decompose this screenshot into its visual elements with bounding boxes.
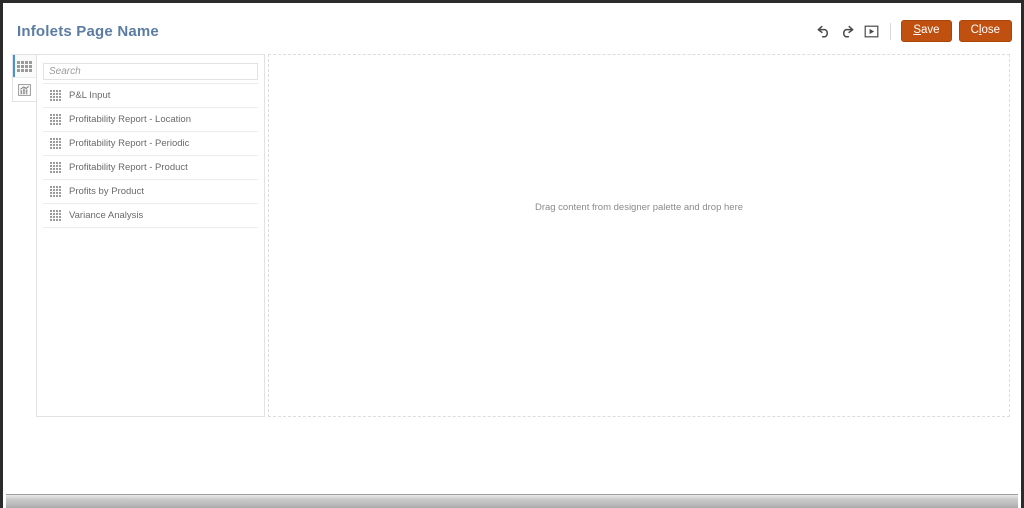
list-item[interactable]: Profitability Report - Product	[43, 156, 258, 180]
grid-icon	[50, 114, 61, 125]
redo-icon[interactable]	[839, 23, 856, 40]
grid-icon	[50, 210, 61, 221]
grid-icon	[50, 186, 61, 197]
list-item[interactable]: Profitability Report - Location	[43, 108, 258, 132]
drop-hint-text: Drag content from designer palette and d…	[534, 202, 744, 213]
close-button-label-pre: C	[970, 24, 979, 37]
save-button-accel: S	[913, 24, 922, 37]
list-item[interactable]: Variance Analysis	[43, 204, 258, 228]
close-button[interactable]: Cl ose	[958, 20, 1012, 42]
save-button[interactable]: Save	[901, 20, 952, 42]
app-window: Infolets Page Name S ave C l ose Search …	[0, 0, 1024, 508]
header-toolbar: Save Cl ose	[815, 19, 1012, 43]
designer-palette-panel: P&L Input Profitability Report - Locatio…	[36, 54, 265, 417]
list-item-label: Profits by Product	[69, 186, 144, 197]
infolet-drop-canvas[interactable]: Drag content from designer palette and d…	[268, 54, 1010, 417]
designer-palette-rail	[12, 54, 36, 102]
list-item-label: Profitability Report - Product	[69, 162, 188, 173]
page-header: Infolets Page Name S ave C l ose	[3, 3, 1021, 47]
palette-item-list: P&L Input Profitability Report - Locatio…	[43, 83, 258, 410]
undo-icon[interactable]	[815, 23, 832, 40]
run-play-icon[interactable]	[863, 23, 880, 40]
chart-icon	[18, 83, 31, 96]
list-item[interactable]: P&L Input	[43, 84, 258, 108]
close-button-label: ose	[981, 24, 1000, 37]
page-title: Infolets Page Name	[17, 23, 159, 40]
list-item-label: Variance Analysis	[69, 210, 144, 221]
list-item-label: Profitability Report - Periodic	[69, 138, 190, 149]
grid-icon	[50, 90, 61, 101]
designer-body: P&L Input Profitability Report - Locatio…	[3, 47, 1021, 508]
sidebar-item-grid-view[interactable]	[13, 55, 36, 78]
palette-search-wrap	[37, 55, 264, 85]
grid-icon	[50, 138, 61, 149]
list-item[interactable]: Profits by Product	[43, 180, 258, 204]
grid-icon	[17, 60, 32, 72]
search-input[interactable]	[43, 63, 258, 80]
grid-icon	[50, 162, 61, 173]
sidebar-item-chart-view[interactable]	[13, 78, 36, 101]
list-item-label: Profitability Report - Location	[69, 114, 191, 125]
save-button-label: ave	[921, 24, 940, 37]
toolbar-divider	[890, 22, 892, 40]
list-item[interactable]: Profitability Report - Periodic	[43, 132, 258, 156]
list-item-label: P&L Input	[69, 90, 111, 101]
horizontal-scrollbar[interactable]	[6, 494, 1018, 508]
